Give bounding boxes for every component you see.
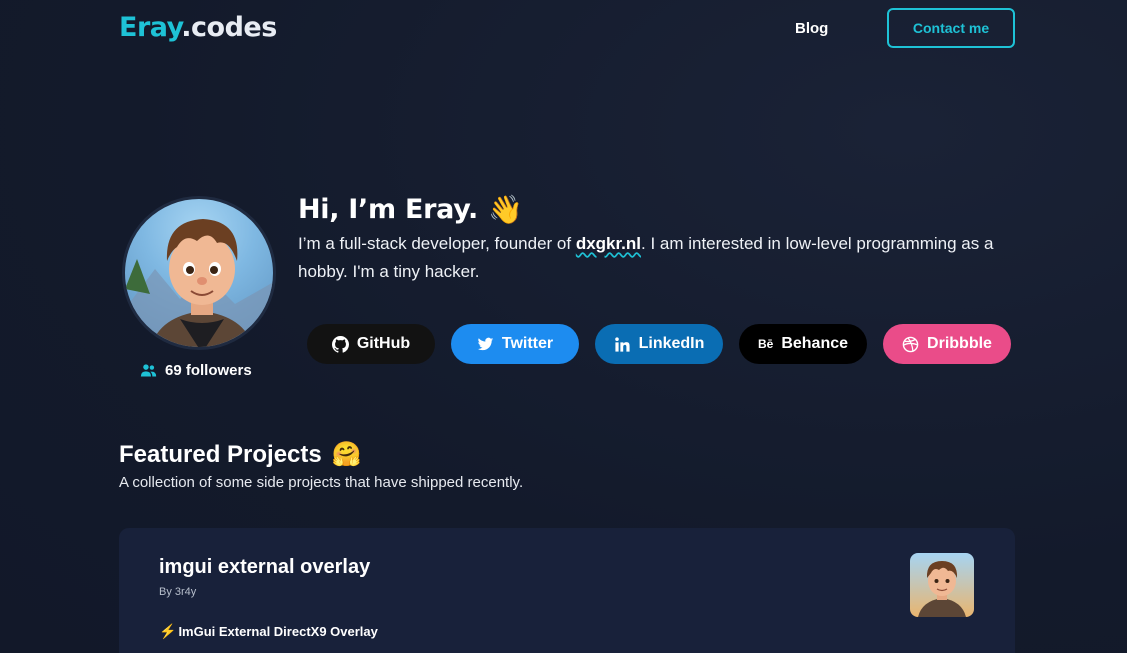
followers-count: 69 followers: [140, 362, 252, 379]
featured-projects-heading: Featured Projects 🤗: [119, 440, 362, 469]
project-author: By 3r4y: [159, 586, 197, 598]
project-thumbnail: [910, 553, 974, 617]
twitter-icon: [477, 337, 494, 350]
hero-title-text: Hi, I’m Eray.: [298, 194, 478, 225]
avatar-portrait-icon: [125, 219, 273, 347]
contact-me-button[interactable]: Contact me: [887, 8, 1015, 48]
github-label: GitHub: [356, 335, 411, 352]
dribbble-label: Dribbble: [927, 335, 992, 352]
avatar-thumbnail-icon: [918, 561, 966, 617]
profile-avatar: [122, 196, 276, 350]
hugging-face-icon: 🤗: [331, 441, 362, 468]
dribbble-button[interactable]: Dribbble: [883, 324, 1011, 364]
project-description: ⚡ ImGui External DirectX9 Overlay: [159, 623, 378, 640]
linkedin-icon: [614, 336, 630, 352]
logo-brand: Eray: [119, 12, 182, 43]
project-desc-text: ImGui External DirectX9 Overlay: [178, 624, 378, 639]
dxgkrnl-link[interactable]: dxgkr.nl: [576, 234, 641, 253]
linkedin-button[interactable]: LinkedIn: [595, 324, 723, 364]
waving-hand-icon: 👋: [487, 192, 523, 226]
twitter-label: Twitter: [501, 335, 554, 352]
project-name[interactable]: imgui external overlay: [159, 556, 370, 579]
github-icon: [331, 335, 349, 353]
hero-title: Hi, I’m Eray. 👋: [298, 194, 523, 225]
github-button[interactable]: GitHub: [307, 324, 435, 364]
featured-subtitle: A collection of some side projects that …: [119, 474, 524, 491]
dribbble-icon: [902, 336, 919, 352]
behance-icon: Bē: [757, 337, 774, 351]
logo-tld: .codes: [181, 12, 277, 43]
hero-desc-before: I’m a full-stack developer, founder of: [298, 234, 576, 253]
nav-blog-link[interactable]: Blog: [795, 20, 828, 37]
social-links: GitHub Twitter LinkedIn Bē Behance Dribb…: [307, 324, 1011, 364]
behance-label: Behance: [781, 335, 849, 352]
project-card[interactable]: imgui external overlay By 3r4y ⚡ ImGui E…: [119, 528, 1015, 653]
featured-title-text: Featured Projects: [119, 440, 322, 468]
behance-button[interactable]: Bē Behance: [739, 324, 867, 364]
followers-label: 69 followers: [165, 362, 252, 379]
linkedin-label: LinkedIn: [638, 335, 705, 352]
users-icon: [140, 364, 157, 377]
twitter-button[interactable]: Twitter: [451, 324, 579, 364]
site-logo[interactable]: Eray.codes: [119, 12, 277, 43]
lightning-icon: ⚡: [159, 623, 177, 639]
hero-description: I’m a full-stack developer, founder of d…: [298, 230, 1018, 286]
